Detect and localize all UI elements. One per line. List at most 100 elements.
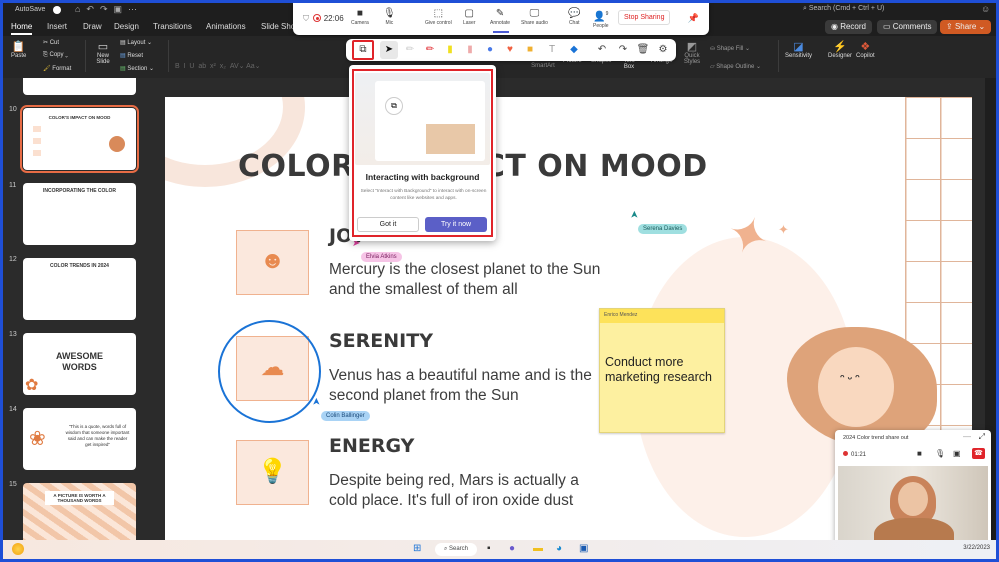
recording-timer: ⛉ 22:06	[303, 13, 344, 24]
search-box[interactable]: ⌕ Search (Cmd + Ctrl + U)	[803, 5, 884, 13]
slide-thumbnail-10[interactable]: COLOR'S IMPACT ON MOOD	[20, 105, 139, 173]
slide-thumbnail-12[interactable]: COLOR TRENDS IN 2024	[23, 258, 136, 320]
designer-label: Designer	[828, 53, 853, 59]
joy-icon-box[interactable]: ☻	[236, 230, 309, 295]
slide-thumbnail-14[interactable]: "This is a quote, words full of wisdom t…	[23, 408, 136, 470]
section-button[interactable]: ▤ Section ⌄	[120, 65, 154, 72]
pin-icon[interactable]: 📌	[688, 13, 699, 24]
expand-icon[interactable]: ⤢	[979, 432, 985, 442]
camera-toggle-icon[interactable]: ■	[917, 449, 922, 458]
eraser-icon[interactable]: ▮	[463, 43, 477, 57]
stop-sharing-button[interactable]: Stop Sharing	[618, 10, 671, 25]
store-icon[interactable]: ▣	[579, 543, 588, 555]
sensitivity-button[interactable]: ◪ Sensitivity	[785, 40, 812, 59]
shape-outline-button[interactable]: ▱ Shape Outline ⌄	[710, 63, 761, 70]
tab-animations[interactable]: Animations	[206, 22, 246, 31]
autosave-label: AutoSave	[15, 6, 46, 13]
highlighter-yellow-icon[interactable]: ▮	[443, 43, 457, 57]
section-body[interactable]: Despite being red, Mars is actually a co…	[329, 471, 609, 511]
copilot-icon: ❖	[860, 41, 871, 53]
redo-icon[interactable]: ↷	[616, 43, 630, 57]
pen-red-icon[interactable]: ✏	[423, 43, 437, 57]
slide-thumbnail-15[interactable]: A PICTURE IS WORTH A THOUSAND WORDS	[23, 483, 136, 540]
start-icon[interactable]: ⊞	[413, 543, 421, 555]
designer-button[interactable]: ⚡ Designer	[828, 40, 852, 59]
tab-draw[interactable]: Draw	[83, 22, 102, 31]
sticky-note-text[interactable]: Conduct more marketing research	[605, 355, 724, 385]
mic-button[interactable]: 🎙 Mic	[383, 8, 396, 26]
minimize-icon[interactable]: —	[963, 432, 971, 441]
sticky-note[interactable]: Enrico Mendez Conduct more marketing res…	[599, 308, 725, 433]
copilot-button[interactable]: ❖ Copilot	[856, 40, 875, 59]
quick-access-toolbar[interactable]: ⌂↶↷▣⋯	[75, 4, 143, 15]
text-icon[interactable]: T	[545, 43, 559, 57]
heart-reaction-icon[interactable]: ♥	[503, 43, 517, 57]
section-heading[interactable]: SERENITY	[329, 330, 433, 352]
camera-button[interactable]: ■ Camera	[351, 8, 369, 26]
hang-up-button[interactable]: ☎	[972, 448, 985, 459]
teams-chat-icon[interactable]: ●	[509, 543, 515, 555]
tab-transitions[interactable]: Transitions	[153, 22, 192, 31]
slide-thumbnail-panel[interactable]: 10 COLOR'S IMPACT ON MOOD 11 INCORPORATI…	[3, 78, 155, 540]
paste-button[interactable]: 📋 Paste	[11, 40, 26, 59]
collaborator-tag: Serena Davies	[638, 224, 688, 234]
edge-icon[interactable]: ◕	[556, 543, 562, 555]
try-it-now-button[interactable]: Try it now	[425, 217, 487, 232]
quick-styles-button[interactable]: ◩ Quick Styles	[681, 40, 703, 65]
autosave-toggle[interactable]	[53, 6, 61, 14]
section-body[interactable]: Mercury is the closest planet to the Sun…	[329, 260, 609, 300]
got-it-button[interactable]: Got it	[357, 217, 419, 232]
section-heading[interactable]: ENERGY	[329, 435, 414, 457]
shape-blue-icon[interactable]: ●	[483, 43, 497, 57]
copy-button[interactable]: ⎘ Copy ⌄	[43, 52, 68, 59]
copy-label: Copy	[49, 52, 64, 58]
slide-thumbnail-11[interactable]: INCORPORATING THE COLOR	[23, 183, 136, 245]
new-slide-button[interactable]: ▭ New Slide	[91, 40, 115, 65]
popup-description: Select "Interact with Background" to int…	[360, 189, 487, 201]
record-button[interactable]: ◉ Record	[825, 20, 872, 34]
people-button[interactable]: 👤9 People	[593, 8, 609, 29]
share-screen-icon[interactable]: ▣	[953, 449, 961, 458]
task-view-icon[interactable]: ▪	[487, 543, 491, 555]
pen-white-icon[interactable]: ✏	[403, 43, 417, 57]
font-format-controls[interactable]: B I U ab x² x₂ AV⌄ Aa⌄	[175, 62, 261, 70]
section-body[interactable]: Venus has a beautiful name and is the se…	[329, 366, 609, 406]
reset-button[interactable]: ▤ Reset	[120, 52, 143, 59]
slide-thumbnail-9[interactable]	[23, 78, 136, 95]
energy-icon-box[interactable]: 💡	[236, 440, 309, 505]
account-icon[interactable]: ☺	[981, 4, 990, 14]
settings-icon[interactable]: ⚙	[656, 43, 670, 57]
tab-home[interactable]: Home	[11, 22, 33, 35]
taskbar-search[interactable]: ⌕ Search	[435, 543, 477, 556]
chat-button[interactable]: 💬 Chat	[568, 8, 580, 26]
file-explorer-icon[interactable]: ▬	[533, 543, 543, 555]
people-icon: 👤9	[593, 11, 609, 23]
mic-toggle-icon[interactable]: 🎙	[935, 449, 945, 458]
share-button[interactable]: ⇪ Share ⌄	[940, 20, 992, 34]
layout-button[interactable]: ▤ Layout ⌄	[120, 39, 152, 46]
shape-fill-button[interactable]: ⛀ Shape Fill ⌄	[710, 45, 750, 52]
give-control-button[interactable]: ⬚ Give control	[425, 8, 452, 26]
quick-styles-label: Quick Styles	[683, 53, 701, 65]
laser-button[interactable]: ▢ Laser	[463, 8, 476, 26]
sticky-note-icon[interactable]: ■	[523, 43, 537, 57]
annotate-button[interactable]: ✎ Annotate	[490, 8, 510, 26]
format-painter-button[interactable]: 🖌 Format	[43, 65, 71, 72]
chat-icon: 💬	[568, 8, 581, 19]
interact-with-background-icon[interactable]: ⧉	[356, 43, 370, 57]
comments-button[interactable]: ▭ Comments	[877, 20, 938, 34]
tab-insert[interactable]: Insert	[47, 22, 67, 31]
undo-icon[interactable]: ↶	[595, 43, 609, 57]
select-cursor-icon[interactable]: ➤	[382, 43, 396, 57]
share-audio-button[interactable]: 🖵 Share audio	[521, 8, 548, 26]
slide-number: 15	[9, 481, 17, 488]
weather-icon[interactable]	[12, 543, 24, 555]
slide-number: 13	[9, 331, 17, 338]
video-call-window[interactable]: 2024 Color trend share out — ⤢ 01:21 ■ 🎙…	[835, 430, 991, 557]
cut-button[interactable]: ✂ Cut	[43, 39, 59, 46]
slide-thumbnail-13[interactable]: AWESOME WORDS ✿	[23, 333, 136, 395]
tab-design[interactable]: Design	[114, 22, 139, 31]
thumbnail-title: AWESOME WORDS	[55, 351, 103, 372]
delete-icon[interactable]: 🗑	[636, 43, 650, 57]
shapes-icon[interactable]: ◆	[567, 43, 581, 57]
